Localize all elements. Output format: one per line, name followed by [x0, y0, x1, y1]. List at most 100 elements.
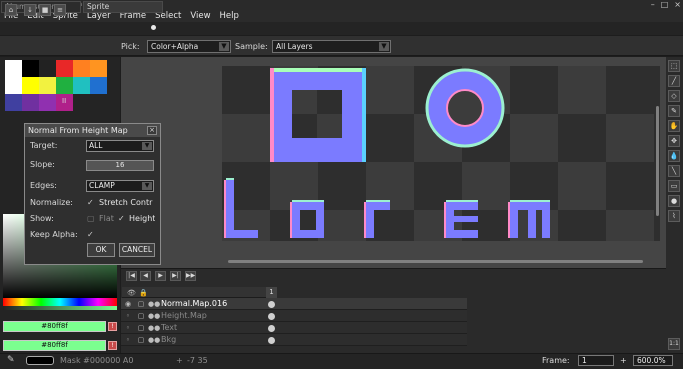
blur-icon[interactable]: ●: [668, 195, 680, 207]
target-select[interactable]: ALL ▼: [86, 140, 154, 152]
sample-select[interactable]: All Layers ▼: [272, 40, 391, 53]
sprite-canvas[interactable]: [222, 66, 660, 241]
tab-close-icon[interactable]: [151, 25, 156, 30]
palette-swatch[interactable]: [39, 94, 56, 111]
edges-label: Edges:: [30, 181, 57, 190]
first-frame-icon[interactable]: |◀: [126, 271, 137, 281]
mask-color-swatch[interactable]: [26, 356, 54, 365]
document-tabs: [0, 22, 683, 35]
layer-name: Text: [161, 323, 178, 332]
palette-swatch[interactable]: [5, 94, 22, 111]
link-icon[interactable]: ●●: [148, 300, 160, 308]
lock-icon[interactable]: 🔒: [139, 289, 148, 297]
vertical-scrollbar[interactable]: [656, 106, 659, 216]
lock-icon[interactable]: ▢: [137, 312, 145, 320]
hand-icon[interactable]: ✋: [668, 120, 680, 132]
fg-color-button[interactable]: #80ff8f: [3, 321, 106, 332]
palette-swatch[interactable]: [22, 60, 39, 77]
lock-icon[interactable]: ▢: [137, 300, 145, 308]
download-icon[interactable]: ↓: [24, 4, 36, 16]
flat-checkbox[interactable]: ▢: [87, 215, 95, 223]
menu-icon[interactable]: ≡: [54, 4, 66, 16]
lasso-icon[interactable]: ╱: [668, 75, 680, 87]
rectangular-marquee-icon[interactable]: ⬚: [668, 60, 680, 72]
height-checkbox[interactable]: ✓: [118, 215, 126, 223]
bucket-icon[interactable]: 💧: [668, 150, 680, 162]
hue-slider[interactable]: [3, 298, 117, 306]
link-icon[interactable]: ●●: [148, 312, 160, 320]
slope-label: Slope:: [30, 160, 55, 169]
frame-number[interactable]: 1: [266, 287, 277, 298]
palette-swatch[interactable]: [5, 77, 22, 94]
ok-button[interactable]: OK: [87, 243, 115, 257]
palette-swatch[interactable]: [73, 60, 90, 77]
zoom-reset-badge[interactable]: 1:1: [668, 338, 680, 350]
link-icon[interactable]: ●●: [148, 336, 160, 344]
height-option: Height: [129, 214, 155, 223]
zoom-input[interactable]: 600.0%: [633, 355, 673, 366]
pencil-icon[interactable]: ✎: [668, 105, 680, 117]
palette-swatch[interactable]: [90, 60, 107, 77]
eye-icon[interactable]: 👁: [127, 289, 136, 297]
layer-name: Height.Map: [161, 311, 207, 320]
sample-label: Sample:: [235, 42, 268, 51]
warning-icon[interactable]: !: [108, 341, 117, 350]
home-icon[interactable]: ⌂: [5, 4, 17, 16]
target-label: Target:: [30, 141, 58, 150]
palette-swatch[interactable]: [39, 60, 56, 77]
eraser-icon[interactable]: ◇: [668, 90, 680, 102]
horizontal-scrollbar[interactable]: [228, 260, 643, 263]
slope-slider[interactable]: 16: [86, 160, 154, 171]
stop-icon[interactable]: ■: [39, 4, 51, 16]
palette-swatch[interactable]: [5, 60, 22, 77]
link-icon[interactable]: ●●: [148, 324, 160, 332]
cel-dot[interactable]: [268, 337, 275, 344]
last-frame-icon[interactable]: ▶▶: [185, 271, 196, 281]
chevron-down-icon: ▼: [379, 42, 389, 51]
move-icon[interactable]: ✥: [668, 135, 680, 147]
normalize-checkbox[interactable]: ✓: [87, 199, 95, 207]
menu-view[interactable]: View: [190, 10, 210, 22]
eye-icon[interactable]: ◉: [124, 300, 132, 308]
contour-icon[interactable]: ⌇: [668, 210, 680, 222]
palette-swatch[interactable]: [90, 77, 107, 94]
close-icon[interactable]: ×: [147, 126, 157, 135]
rectangle-icon[interactable]: ▭: [668, 180, 680, 192]
cancel-button[interactable]: CANCEL: [119, 243, 155, 257]
play-icon[interactable]: ▶: [155, 271, 166, 281]
maximize-button[interactable]: □: [661, 0, 669, 10]
warning-icon[interactable]: !: [108, 322, 117, 331]
eye-icon[interactable]: ◦: [124, 336, 132, 344]
minimize-button[interactable]: –: [651, 0, 655, 10]
cel-dot[interactable]: [268, 301, 275, 308]
frame-input[interactable]: 1: [578, 355, 614, 366]
palette-swatch[interactable]: [22, 94, 39, 111]
chevron-down-icon: ▼: [142, 182, 152, 190]
palette-swatch[interactable]: [56, 77, 73, 94]
add-frame-icon[interactable]: +: [620, 356, 627, 365]
palette-swatch[interactable]: [56, 60, 73, 77]
palette-swatch[interactable]: [39, 77, 56, 94]
cel-dot[interactable]: [268, 313, 275, 320]
keepalpha-checkbox[interactable]: ✓: [87, 231, 95, 239]
palette-swatch[interactable]: [73, 77, 90, 94]
cel-dot[interactable]: [268, 325, 275, 332]
pick-select[interactable]: Color+Alpha ▼: [147, 40, 231, 53]
palette-swatch[interactable]: [22, 77, 39, 94]
layer-name: Normal.Map.016: [161, 299, 228, 308]
eye-icon[interactable]: ◦: [124, 312, 132, 320]
sample-value: All Layers: [276, 42, 313, 51]
close-window-button[interactable]: ×: [674, 0, 681, 10]
menu-help[interactable]: Help: [220, 10, 239, 22]
prev-frame-icon[interactable]: ◀: [140, 271, 151, 281]
bg-color-button[interactable]: #80ff8f: [3, 340, 106, 351]
lock-icon[interactable]: ▢: [137, 336, 145, 344]
lock-icon[interactable]: ▢: [137, 324, 145, 332]
crosshair-icon: +: [176, 356, 183, 365]
eye-icon[interactable]: ◦: [124, 324, 132, 332]
edges-select[interactable]: CLAMP ▼: [86, 180, 154, 192]
tab-sprite[interactable]: Sprite: [83, 1, 163, 13]
next-frame-icon[interactable]: ▶|: [170, 271, 181, 281]
line-icon[interactable]: ╲: [668, 165, 680, 177]
alpha-slider[interactable]: [3, 306, 117, 310]
